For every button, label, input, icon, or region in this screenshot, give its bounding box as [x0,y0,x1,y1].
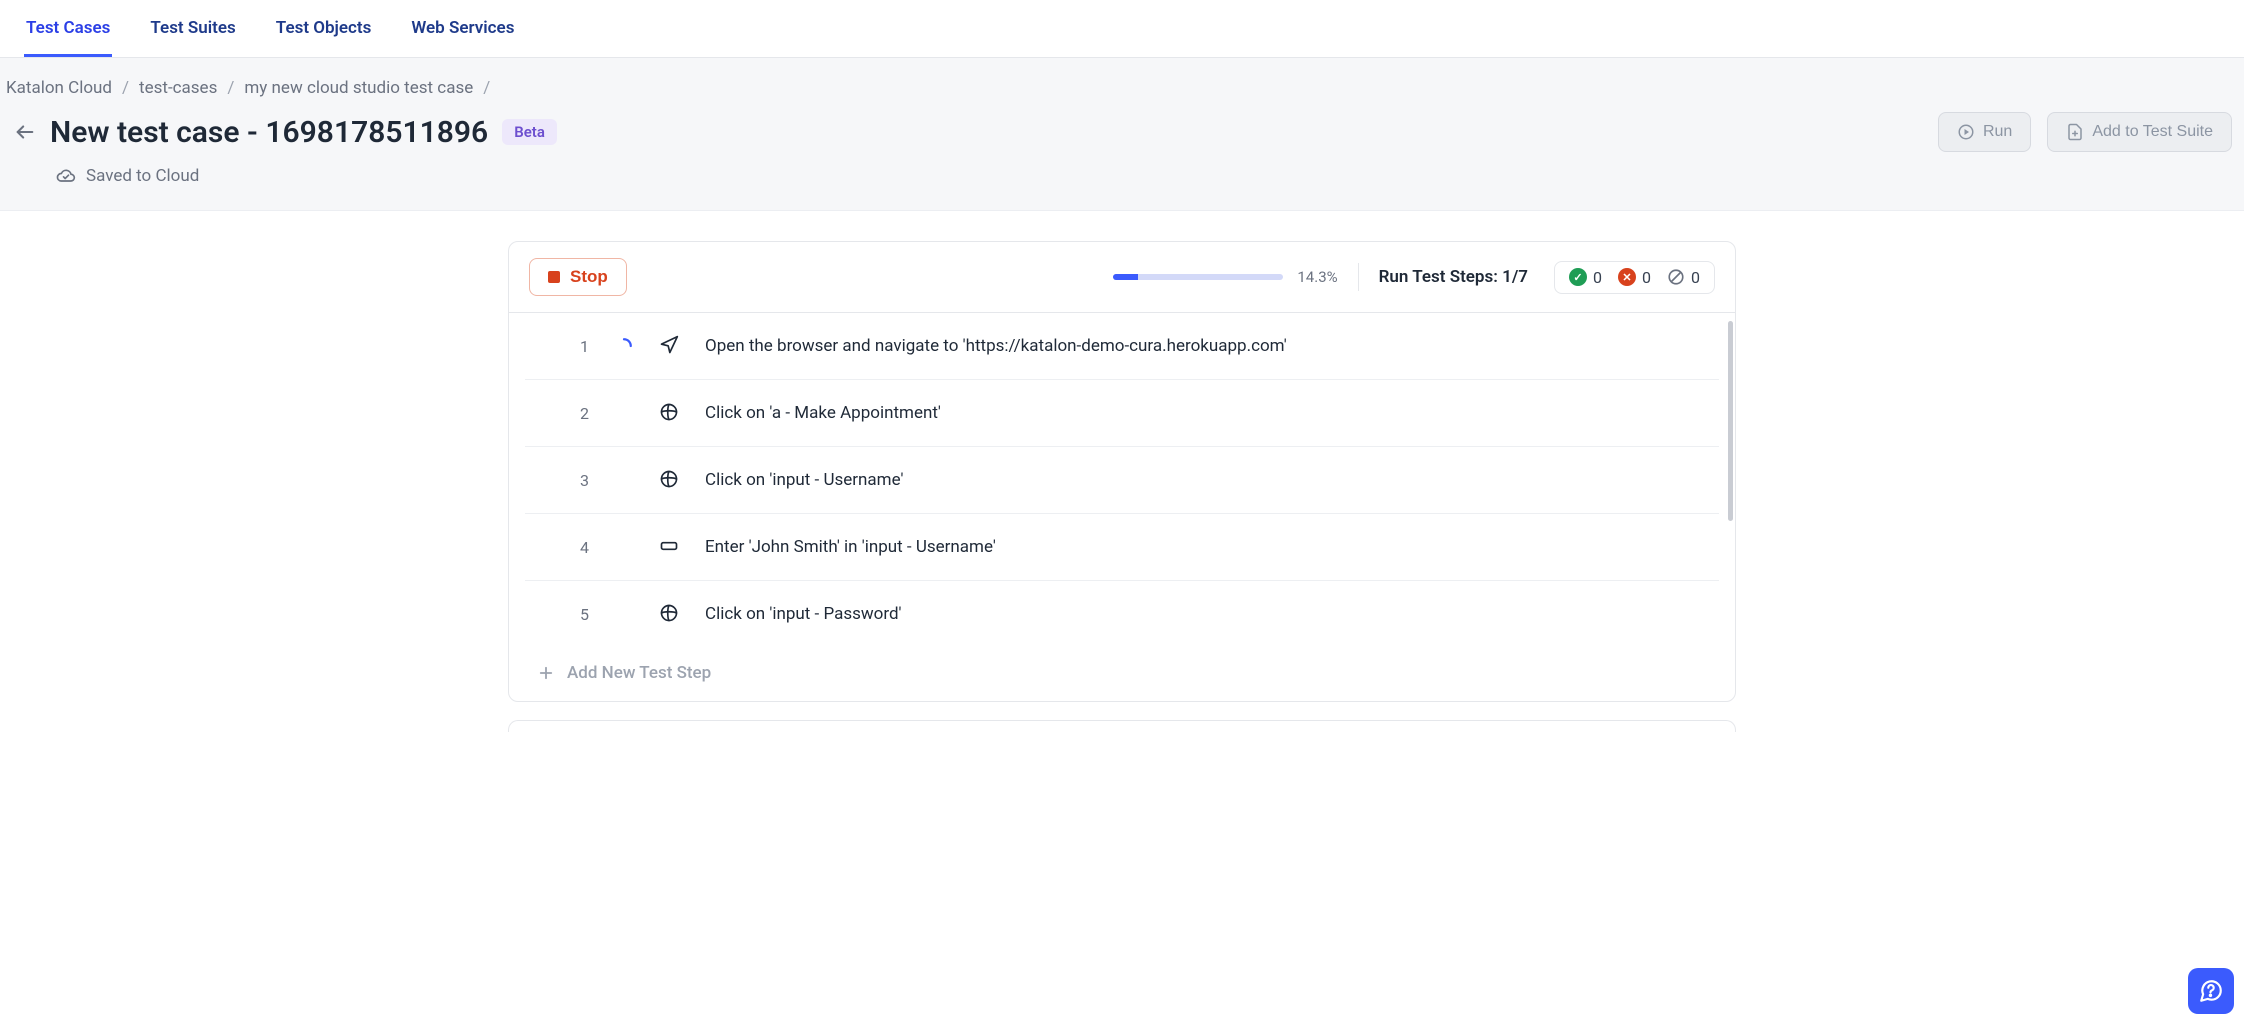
run-button[interactable]: Run [1938,112,2031,152]
run-steps-counter: Run Test Steps: 1/7 [1379,267,1528,287]
step-number: 4 [561,538,589,557]
saved-label: Saved to Cloud [86,166,199,186]
saved-status: Saved to Cloud [56,166,2238,186]
skipped-count: 0 [1691,268,1700,287]
steps-list: 1 Open the browser and navigate to 'https… [509,313,1735,701]
step-number: 3 [561,471,589,490]
step-description: Open the browser and navigate to 'https:… [705,336,1287,356]
skip-icon [1667,268,1685,286]
breadcrumb: Katalon Cloud / test-cases / my new clou… [6,78,2238,98]
tab-web-services[interactable]: Web Services [409,0,516,57]
step-status-icon [613,337,635,355]
add-step-button[interactable]: Add New Test Step [509,647,1735,701]
navigate-icon [659,335,681,357]
breadcrumb-separator: / [483,78,490,98]
failed-counter: ✕ 0 [1618,268,1651,287]
stop-label: Stop [570,267,608,287]
step-description: Click on 'a - Make Appointment' [705,403,941,423]
step-row[interactable]: 4 Enter 'John Smith' in 'input - Username… [525,514,1719,581]
progress: 14.3% [1113,268,1337,286]
breadcrumb-section[interactable]: test-cases [139,78,217,98]
step-row[interactable]: 5 Click on 'input - Password' [525,581,1719,647]
page-title: New test case - 1698178511896 [50,115,488,150]
status-counters: ✓ 0 ✕ 0 0 [1554,261,1715,294]
x-icon: ✕ [1618,268,1636,286]
run-steps-text: Run Test Steps: [1379,267,1498,287]
step-description: Enter 'John Smith' in 'input - Username' [705,537,996,557]
breadcrumb-root[interactable]: Katalon Cloud [6,78,112,98]
help-icon [2198,978,2224,1004]
stop-button[interactable]: Stop [529,258,627,296]
file-plus-icon [2066,123,2084,141]
cloud-icon [56,166,76,186]
next-card-edge [508,720,1736,732]
click-icon [659,469,681,491]
step-number: 1 [561,337,589,356]
check-icon: ✓ [1569,268,1587,286]
tab-test-cases[interactable]: Test Cases [24,0,112,57]
step-row[interactable]: 2 Click on 'a - Make Appointment' [525,380,1719,447]
play-icon [1957,123,1975,141]
breadcrumb-separator: / [122,78,129,98]
scrollbar[interactable] [1728,321,1733,521]
add-step-label: Add New Test Step [567,663,711,683]
beta-badge: Beta [502,119,557,145]
step-row[interactable]: 1 Open the browser and navigate to 'https… [525,313,1719,380]
run-bar: Stop 14.3% Run Test Steps: 1/7 ✓ 0 [509,242,1735,313]
progress-bar [1113,274,1283,280]
run-button-label: Run [1983,123,2012,141]
step-number: 2 [561,404,589,423]
tab-test-suites[interactable]: Test Suites [148,0,237,57]
divider [1358,263,1359,291]
step-number: 5 [561,605,589,624]
breadcrumb-item[interactable]: my new cloud studio test case [244,78,473,98]
step-row[interactable]: 3 Click on 'input - Username' [525,447,1719,514]
page-subheader: Katalon Cloud / test-cases / my new clou… [0,58,2244,211]
step-description: Click on 'input - Password' [705,604,902,624]
main-tabs: Test Cases Test Suites Test Objects Web … [0,0,2244,58]
plus-icon [537,664,555,682]
skipped-counter: 0 [1667,268,1700,287]
click-icon [659,402,681,424]
add-to-suite-button[interactable]: Add to Test Suite [2047,112,2232,152]
progress-percent: 14.3% [1297,268,1337,286]
add-to-suite-label: Add to Test Suite [2092,123,2213,141]
breadcrumb-separator: / [227,78,234,98]
passed-count: 0 [1593,268,1602,287]
progress-fill [1113,274,1137,280]
help-widget[interactable] [2188,968,2234,1014]
passed-counter: ✓ 0 [1569,268,1602,287]
test-steps-card: Stop 14.3% Run Test Steps: 1/7 ✓ 0 [508,241,1736,702]
failed-count: 0 [1642,268,1651,287]
tab-test-objects[interactable]: Test Objects [274,0,374,57]
input-icon [659,536,681,558]
step-description: Click on 'input - Username' [705,470,903,490]
back-arrow-icon[interactable] [14,121,36,143]
run-steps-value: 1/7 [1502,267,1528,287]
stop-icon [548,271,560,283]
click-icon [659,603,681,625]
